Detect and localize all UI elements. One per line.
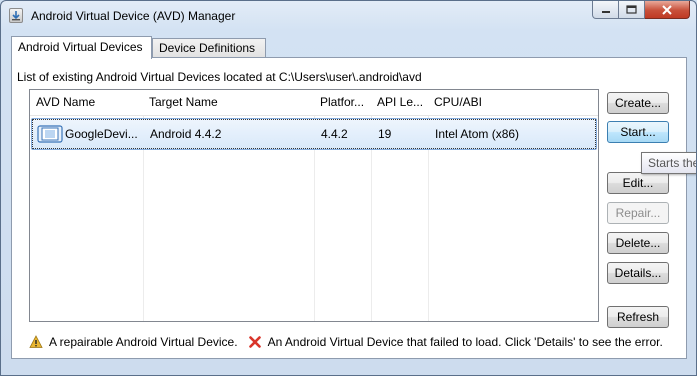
table-header: AVD Name Target Name Platfor... API Le..…: [30, 90, 598, 116]
column-header-target-name[interactable]: Target Name: [143, 90, 314, 115]
maximize-icon: [626, 5, 637, 14]
legend-failed-text: An Android Virtual Device that failed to…: [267, 335, 663, 349]
status-legend: A repairable Android Virtual Device. An …: [29, 333, 663, 351]
window-title: Android Virtual Device (AVD) Manager: [31, 9, 236, 23]
warning-icon: [29, 335, 43, 348]
column-header-cpu-abi[interactable]: CPU/ABI: [428, 90, 598, 115]
repair-button[interactable]: Repair...: [607, 202, 669, 224]
close-icon: [662, 4, 672, 15]
start-tooltip: Starts the: [641, 152, 696, 174]
minimize-button[interactable]: [592, 1, 619, 19]
table-row[interactable]: GoogleDevi... Android 4.4.2 4.4.2 19 Int…: [31, 118, 597, 150]
device-icon: [37, 125, 63, 143]
column-header-api-level[interactable]: API Le...: [371, 90, 428, 115]
close-button[interactable]: [645, 1, 690, 19]
error-icon: [248, 336, 261, 348]
column-header-platform[interactable]: Platfor...: [314, 90, 371, 115]
minimize-icon: [601, 10, 610, 13]
cell-cpu-abi: Intel Atom (x86): [435, 127, 520, 141]
edit-button[interactable]: Edit...: [607, 172, 669, 194]
caption-buttons: [592, 1, 690, 21]
app-icon: [9, 8, 23, 23]
details-button[interactable]: Details...: [607, 262, 669, 284]
cell-platform: 4.4.2: [321, 127, 348, 141]
maximize-button[interactable]: [619, 1, 645, 19]
legend-repairable-text: A repairable Android Virtual Device.: [49, 335, 238, 349]
delete-button[interactable]: Delete...: [607, 232, 669, 254]
avd-table[interactable]: AVD Name Target Name Platfor... API Le..…: [29, 89, 599, 322]
tab-device-definitions[interactable]: Device Definitions: [152, 38, 266, 58]
avd-location-label: List of existing Android Virtual Devices…: [17, 70, 422, 84]
refresh-button[interactable]: Refresh: [607, 306, 669, 328]
cell-api-level: 19: [378, 127, 392, 141]
start-button[interactable]: Start...: [607, 121, 669, 143]
create-button[interactable]: Create...: [607, 92, 669, 114]
tab-android-virtual-devices[interactable]: Android Virtual Devices: [11, 36, 152, 59]
title-bar[interactable]: Android Virtual Device (AVD) Manager: [1, 1, 696, 32]
avd-manager-window: Android Virtual Device (AVD) Manager And…: [0, 0, 697, 376]
cell-target-name: Android 4.4.2: [150, 127, 222, 141]
column-header-avd-name[interactable]: AVD Name: [30, 90, 143, 115]
cell-avd-name: GoogleDevi...: [65, 127, 138, 141]
